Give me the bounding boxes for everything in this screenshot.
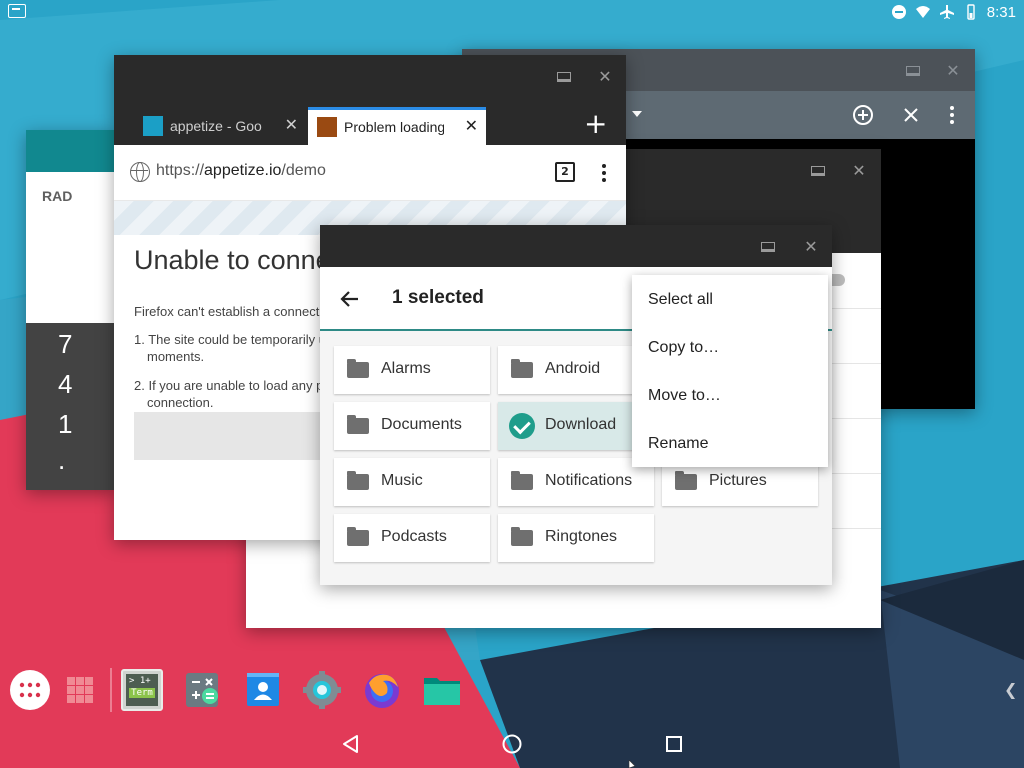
close-tab-icon[interactable]: ✕: [465, 108, 478, 146]
folder-icon: [347, 527, 369, 546]
folder-ringtones[interactable]: Ringtones: [498, 514, 654, 562]
terminal-icon-label: Term: [129, 688, 155, 698]
back-nav-icon[interactable]: [340, 733, 362, 755]
folder-icon: [511, 471, 533, 490]
screenshot-icon: [8, 4, 26, 18]
folder-download[interactable]: Download: [498, 402, 654, 450]
divider: [831, 308, 881, 309]
calculator-window[interactable]: RAD 7 4 1 .: [26, 130, 116, 490]
dnd-icon: [891, 5, 906, 19]
new-tab-button[interactable]: +: [584, 107, 607, 141]
globe-icon: [130, 162, 150, 182]
favicon-icon: [317, 117, 337, 137]
menu-item-move-to[interactable]: Move to…: [648, 387, 721, 405]
tab-label: appetize - Goo: [170, 118, 262, 134]
back-arrow-icon[interactable]: [338, 287, 362, 311]
title-bar: ✕: [320, 225, 832, 267]
maximize-button[interactable]: [903, 61, 923, 81]
folder-icon: [511, 527, 533, 546]
contacts-icon[interactable]: [241, 669, 283, 711]
firefox-icon[interactable]: [361, 669, 403, 711]
tab-label: Problem loading: [344, 119, 444, 135]
taskbar-divider: [110, 668, 112, 712]
terminal-icon-label: > 1+: [129, 676, 151, 686]
close-window-button[interactable]: ✕: [849, 161, 869, 181]
calculator-icon[interactable]: [181, 669, 223, 711]
divider: [831, 363, 881, 364]
folder-label: Alarms: [381, 360, 431, 377]
menu-item-copy-to[interactable]: Copy to…: [648, 339, 719, 357]
home-nav-icon[interactable]: [501, 733, 523, 755]
folder-android[interactable]: Android: [498, 346, 654, 394]
divider: [831, 473, 881, 474]
add-circle-icon[interactable]: [851, 103, 875, 127]
settings-icon[interactable]: [301, 669, 343, 711]
battery-icon: [967, 4, 975, 20]
close-window-button[interactable]: ✕: [943, 61, 963, 81]
more-options-icon[interactable]: [940, 103, 964, 127]
folder-icon: [347, 471, 369, 490]
angle-mode-label[interactable]: RAD: [42, 188, 72, 204]
tab-appetize[interactable]: appetize - Goo ✕: [134, 107, 306, 145]
menu-item-select-all[interactable]: Select all: [648, 291, 713, 309]
overview-nav-icon[interactable]: [663, 733, 685, 755]
folder-label: Ringtones: [545, 528, 618, 545]
folder-podcasts[interactable]: Podcasts: [334, 514, 490, 562]
folder-label: Music: [381, 472, 423, 489]
selection-title: 1 selected: [392, 287, 484, 308]
close-tab-icon[interactable]: ✕: [285, 107, 298, 145]
key-decimal[interactable]: .: [58, 445, 65, 476]
tab-strip: ✕ appetize - Goo ✕ Problem loading ✕ +: [114, 55, 626, 145]
close-icon[interactable]: [899, 103, 923, 127]
folder-icon: [511, 359, 533, 378]
check-circle-icon: [509, 413, 535, 439]
folder-label: Download: [545, 416, 617, 433]
url-bar[interactable]: https://appetize.io/demo 2: [114, 145, 626, 201]
recents-grid-icon[interactable]: [59, 669, 101, 711]
terminal-icon[interactable]: > 1+ Term: [121, 669, 163, 711]
context-menu: Select all Copy to… Move to… Rename: [632, 275, 828, 467]
taskbar-collapse-button[interactable]: ❮: [1004, 680, 1017, 699]
key-7[interactable]: 7: [58, 329, 72, 360]
folder-documents[interactable]: Documents: [334, 402, 490, 450]
folder-label: Android: [545, 360, 601, 377]
tab-problem-loading[interactable]: Problem loading ✕: [308, 107, 486, 145]
close-window-button[interactable]: ✕: [801, 237, 821, 257]
maximize-button[interactable]: [808, 161, 828, 181]
folder-icon: [675, 471, 697, 490]
folder-label: Pictures: [709, 472, 767, 489]
dropdown-arrow-icon[interactable]: [632, 111, 642, 117]
tab-count-button[interactable]: 2: [555, 162, 575, 182]
key-1[interactable]: 1: [58, 409, 72, 440]
airplane-icon: [939, 5, 954, 19]
folder-label: Podcasts: [381, 528, 447, 545]
files-icon[interactable]: [421, 669, 463, 711]
url-text[interactable]: https://appetize.io/demo: [156, 162, 326, 180]
folder-music[interactable]: Music: [334, 458, 490, 506]
mouse-cursor-icon: [628, 760, 636, 768]
menu-item-rename[interactable]: Rename: [648, 435, 708, 453]
divider: [831, 418, 881, 419]
folder-label: Documents: [381, 416, 462, 433]
calculator-header: [26, 130, 116, 172]
clock: 8:31: [986, 3, 1016, 21]
status-bar: 8:31: [0, 0, 1024, 24]
key-4[interactable]: 4: [58, 369, 72, 400]
folder-icon: [347, 359, 369, 378]
maximize-button[interactable]: [758, 237, 778, 257]
favicon-icon: [143, 116, 163, 136]
close-window-button[interactable]: ✕: [595, 67, 615, 87]
maximize-button[interactable]: [554, 67, 574, 87]
more-options-icon[interactable]: [602, 164, 606, 184]
folder-icon: [347, 415, 369, 434]
divider: [831, 528, 881, 529]
folder-notifications[interactable]: Notifications: [498, 458, 654, 506]
folder-alarms[interactable]: Alarms: [334, 346, 490, 394]
status-icons: 8:31: [891, 2, 1016, 22]
app-drawer-icon[interactable]: [9, 669, 51, 711]
wifi-icon: [915, 6, 930, 18]
folder-label: Notifications: [545, 472, 633, 489]
keypad: 7 4 1 .: [26, 323, 116, 490]
